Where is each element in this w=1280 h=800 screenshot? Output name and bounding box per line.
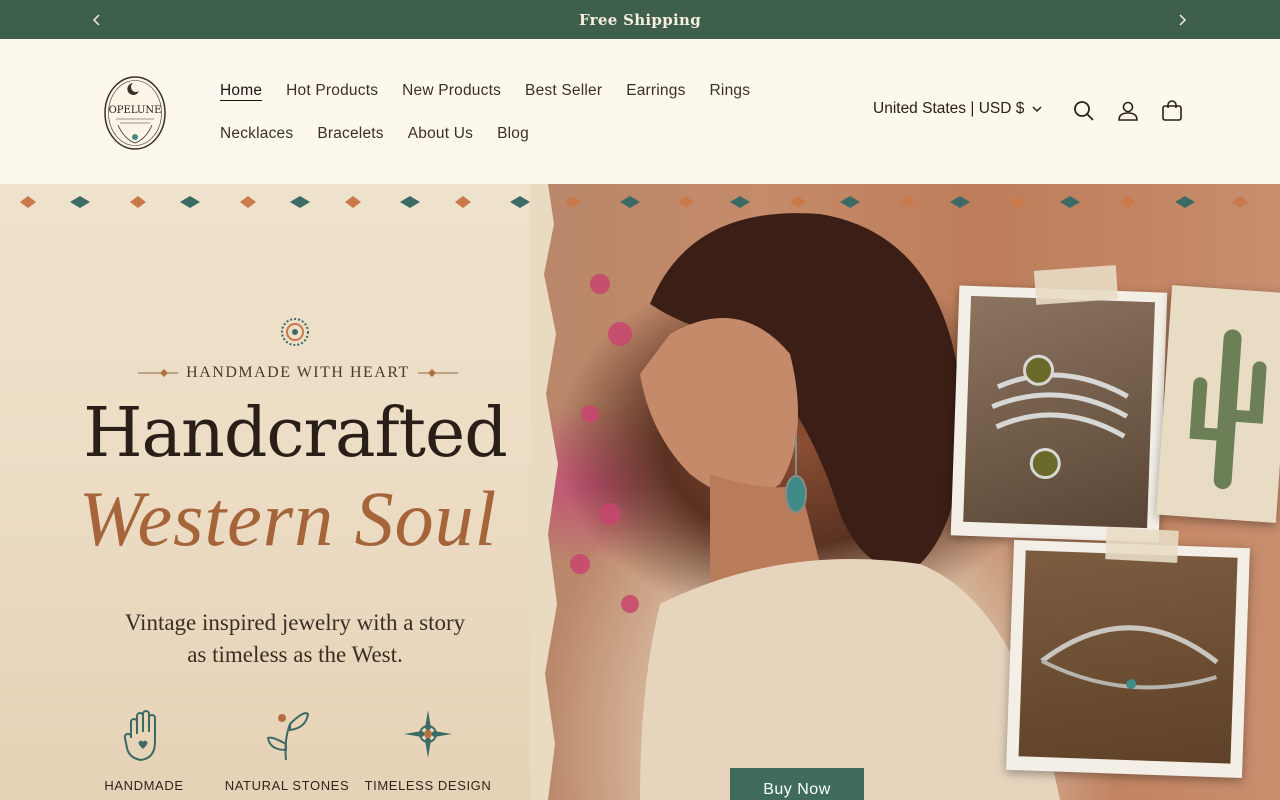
hero-model-photo bbox=[540, 184, 1280, 800]
feature-natural-stones-label: NATURAL STONES bbox=[224, 778, 350, 793]
hero-subtitle-line-2: as timeless as the West. bbox=[187, 642, 403, 667]
chevron-left-icon bbox=[92, 13, 100, 26]
account-button[interactable] bbox=[1116, 99, 1140, 123]
hero-banner: HANDMADE WITH HEART Handcrafted Western … bbox=[0, 184, 1280, 800]
nav-hot-products[interactable]: Hot Products bbox=[286, 82, 378, 100]
sprout-icon bbox=[266, 712, 310, 761]
nav-rings[interactable]: Rings bbox=[710, 82, 751, 100]
hero-subtitle: Vintage inspired jewelry with a story as… bbox=[60, 607, 530, 671]
hero-script-line: Western Soul bbox=[78, 475, 498, 562]
search-icon bbox=[1074, 101, 1094, 121]
nav-best-seller[interactable]: Best Seller bbox=[525, 82, 602, 100]
cart-button[interactable] bbox=[1160, 99, 1184, 123]
site-logo[interactable]: OPELUNE bbox=[102, 73, 168, 151]
sun-emblem-icon bbox=[281, 318, 309, 346]
hand-heart-icon bbox=[123, 710, 156, 762]
nav-new-products[interactable]: New Products bbox=[402, 82, 501, 100]
site-header: OPELUNE Home Hot Products New Products B… bbox=[0, 39, 1280, 184]
account-icon bbox=[1118, 101, 1138, 121]
tape-decoration bbox=[1033, 265, 1119, 305]
feature-timeless-design-label: TIMELESS DESIGN bbox=[364, 778, 492, 793]
hero-headline: Handcrafted bbox=[83, 394, 508, 473]
nav-about-us[interactable]: About Us bbox=[408, 125, 473, 143]
nav-necklaces[interactable]: Necklaces bbox=[220, 125, 293, 143]
hero-eyebrow: HANDMADE WITH HEART bbox=[186, 364, 410, 381]
buy-now-button[interactable]: Buy Now bbox=[730, 768, 864, 800]
nav-home[interactable]: Home bbox=[220, 82, 262, 100]
sun-compass-icon bbox=[404, 710, 452, 758]
chevron-down-icon bbox=[1032, 105, 1042, 112]
announcement-text: Free Shipping bbox=[578, 10, 701, 29]
nav-blog[interactable]: Blog bbox=[497, 125, 529, 143]
cart-icon bbox=[1162, 100, 1182, 121]
locale-label: United States | USD $ bbox=[873, 100, 1025, 117]
cactus-card bbox=[1156, 285, 1280, 523]
svg-text:OPELUNE: OPELUNE bbox=[109, 105, 162, 116]
nav-bracelets[interactable]: Bracelets bbox=[317, 125, 383, 143]
nav-row-2: Necklaces Bracelets About Us Blog bbox=[220, 120, 820, 148]
announcement-bar: Free Shipping bbox=[0, 0, 1280, 39]
main-nav: Home Hot Products New Products Best Sell… bbox=[220, 77, 820, 163]
country-currency-selector[interactable]: United States | USD $ bbox=[873, 100, 1042, 118]
torn-paper-edge bbox=[530, 184, 558, 800]
feature-handmade-label: HANDMADE bbox=[104, 778, 184, 793]
nav-row-1: Home Hot Products New Products Best Sell… bbox=[220, 77, 820, 105]
hero-subtitle-line-1: Vintage inspired jewelry with a story bbox=[124, 610, 466, 635]
bracelet-photo-card bbox=[1006, 539, 1250, 779]
tape-decoration bbox=[1105, 527, 1179, 563]
ring-photo-card bbox=[950, 285, 1168, 543]
search-button[interactable] bbox=[1072, 99, 1096, 123]
announcement-prev-button[interactable] bbox=[82, 0, 112, 39]
nav-earrings[interactable]: Earrings bbox=[626, 82, 685, 100]
chevron-right-icon bbox=[1179, 13, 1187, 26]
aztec-pattern-strip bbox=[20, 196, 1248, 208]
announcement-next-button[interactable] bbox=[1167, 0, 1197, 39]
